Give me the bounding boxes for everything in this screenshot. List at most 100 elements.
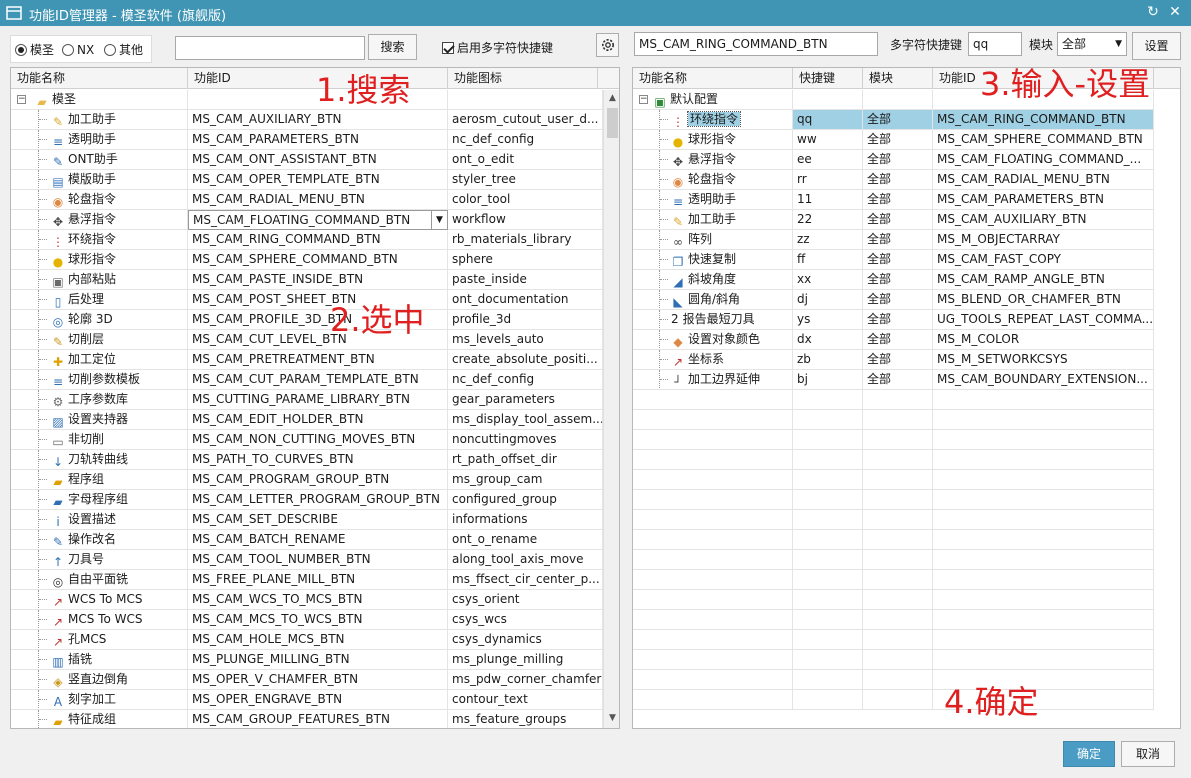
column-header-name[interactable]: 功能名称 [633,68,793,89]
table-row[interactable]: ◈ 竖直边倒角 MS_OPER_V_CHAMFER_BTN ms_pdw_corner… [11,670,603,690]
table-row[interactable]: ◎ 轮廓 3D MS_CAM_PROFILE_3D_BTN profile_3d [11,310,603,330]
table-row[interactable]: ▣ 内部粘贴 MS_CAM_PASTE_INSIDE_BTN paste_inside [11,270,603,290]
function-name: 轮盘指令 [688,172,737,186]
table-row[interactable]: ✥ 悬浮指令 ee 全部 MS_CAM_FLOATING_COMMAND_... [633,150,1154,170]
tree-line [38,590,52,609]
empty-cell [863,510,933,530]
table-row[interactable]: ▤ 模版助手 MS_CAM_OPER_TEMPLATE_BTN styler_tree [11,170,603,190]
table-row[interactable]: ◎ 自由平面铣 MS_FREE_PLANE_MILL_BTN ms_ffsect_ci… [11,570,603,590]
command-id-field[interactable]: MS_CAM_RING_COMMAND_BTN [634,32,878,56]
table-row[interactable]: ≡ 切削参数模板 MS_CAM_CUT_PARAM_TEMPLATE_BTN nc_d… [11,370,603,390]
search-button[interactable]: 搜索 [368,34,417,60]
table-row[interactable]: ● 球形指令 MS_CAM_SPHERE_COMMAND_BTN sphere [11,250,603,270]
table-row[interactable]: ⋮ 环绕指令 MS_CAM_RING_COMMAND_BTN rb_materials… [11,230,603,250]
radio-nx[interactable]: NX [62,42,94,58]
table-row[interactable]: ✎ 切削层 MS_CAM_CUT_LEVEL_BTN ms_levels_auto [11,330,603,350]
table-row[interactable]: ◉ 轮盘指令 rr 全部 MS_CAM_RADIAL_MENU_BTN [633,170,1154,190]
shortcut-field[interactable]: qq [968,32,1022,56]
tree-branch [660,259,668,260]
column-header-shortcut[interactable]: 快捷键 [793,68,863,89]
table-row[interactable]: ↗ 孔MCS MS_CAM_HOLE_MCS_BTN csys_dynamics [11,630,603,650]
function-id-cell: MS_OPER_V_CHAMFER_BTN [188,670,448,690]
column-header-icon[interactable]: 功能图标 [448,68,598,89]
table-row[interactable]: ▭ 非切削 MS_CAM_NON_CUTTING_MOVES_BTN noncutti… [11,430,603,450]
table-row[interactable]: ✎ 加工助手 MS_CAM_AUXILIARY_BTN aerosm_cutout_u… [11,110,603,130]
table-row[interactable]: ◢ 斜坡角度 xx 全部 MS_CAM_RAMP_ANGLE_BTN [633,270,1154,290]
table-row[interactable]: 2 报告最短刀具 ys 全部 UG_TOOLS_REPEAT_LAST_COMMA... [633,310,1154,330]
empty-cell [633,450,793,470]
table-row[interactable]: ◣ 圆角/斜角 dj 全部 MS_BLEND_OR_CHAMFER_BTN [633,290,1154,310]
table-row[interactable]: ↑ 刀具号 MS_CAM_TOOL_NUMBER_BTN along_tool_axi… [11,550,603,570]
set-button[interactable]: 设置 [1132,32,1181,60]
collapse-icon[interactable]: − [17,95,26,104]
ok-button[interactable]: 确定 [1063,741,1115,767]
tree-line [38,130,52,149]
table-row[interactable]: ▰ 程序组 MS_CAM_PROGRAM_GROUP_BTN ms_group_cam [11,470,603,490]
table-row[interactable]: ▯ 后处理 MS_CAM_POST_SHEET_BTN ont_documentati… [11,290,603,310]
function-id: MS_OPER_V_CHAMFER_BTN [192,672,359,686]
table-row[interactable]: ▥ 插铣 MS_PLUNGE_MILLING_BTN ms_plunge_millin… [11,650,603,670]
column-header-module[interactable]: 模块 [863,68,933,89]
refresh-icon[interactable]: ↻ [1144,3,1162,21]
table-row[interactable]: i 设置描述 MS_CAM_SET_DESCRIBE informations [11,510,603,530]
table-row[interactable]: ✎ 加工助手 22 全部 MS_CAM_AUXILIARY_BTN [633,210,1154,230]
table-row[interactable]: ∞ 阵列 zz 全部 MS_M_OBJECTARRAY [633,230,1154,250]
table-row[interactable]: ▰ 字母程序组 MS_CAM_LETTER_PROGRAM_GROUP_BTN con… [11,490,603,510]
ramp-angle-icon: ◢ [673,275,683,289]
empty-cell [863,450,933,470]
radio-other[interactable]: 其他 [104,42,143,58]
module-cell: 全部 [863,130,933,150]
table-row[interactable]: A 刻字加工 MS_OPER_ENGRAVE_BTN contour_text [11,690,603,710]
function-name: 悬浮指令 [688,152,737,166]
module-cell: 全部 [863,150,933,170]
table-row[interactable]: ● 球形指令 ww 全部 MS_CAM_SPHERE_COMMAND_BTN [633,130,1154,150]
tree-root-row[interactable]: − ▰ 模圣 [11,90,603,110]
collapse-icon[interactable]: − [639,95,648,104]
scroll-thumb[interactable] [607,108,618,138]
table-row[interactable]: ✚ 加工定位 MS_CAM_PRETREATMENT_BTN create_absol… [11,350,603,370]
contour-text-icon: A [53,695,63,709]
radio-mosheng[interactable]: 模圣 [15,42,54,58]
function-id: MS_CAM_PROGRAM_GROUP_BTN [192,472,390,486]
table-row[interactable]: ▰ 特征成组 MS_CAM_GROUP_FEATURES_BTN ms_feature… [11,710,603,728]
cancel-button[interactable]: 取消 [1121,741,1175,767]
gear-icon[interactable] [596,33,619,57]
function-id-cell: MS_CAM_MCS_TO_WCS_BTN [188,610,448,630]
empty-row [633,510,1154,530]
shortcut-cell: zz [793,230,863,250]
table-row[interactable]: ↗ WCS To MCS MS_CAM_WCS_TO_MCS_BTN csys_ori… [11,590,603,610]
empty-cell [633,670,793,690]
table-row[interactable]: ✥ 悬浮指令 MS_CAM_FLOATING_COMMAND_BTN ▼ workflo… [11,210,603,230]
function-icon-name: noncuttingmoves [452,432,557,446]
tree-line [38,270,52,289]
module-name: 全部 [867,292,892,306]
table-row[interactable]: ↗ 坐标系 zb 全部 MS_M_SETWORKCSYS [633,350,1154,370]
table-row[interactable]: ⋮ 环绕指令 qq 全部 MS_CAM_RING_COMMAND_BTN [633,110,1154,130]
table-row[interactable]: ≡ 透明助手 MS_CAM_PARAMETERS_BTN nc_def_config [11,130,603,150]
multichar-checkbox[interactable]: 启用多字符快捷键 [442,40,553,56]
tree-line [38,430,52,449]
table-row[interactable]: ≡ 透明助手 11 全部 MS_CAM_PARAMETERS_BTN [633,190,1154,210]
scroll-down-icon[interactable]: ▼ [604,710,619,726]
close-icon[interactable]: ✕ [1166,3,1184,21]
table-row[interactable]: ┘ 加工边界延伸 bj 全部 MS_CAM_BOUNDARY_EXTENSION... [633,370,1154,390]
table-row[interactable]: ⚙ 工序参数库 MS_CUTTING_PARAME_LIBRARY_BTN gear_… [11,390,603,410]
table-row[interactable]: ▨ 设置夹持器 MS_CAM_EDIT_HOLDER_BTN ms_display_t… [11,410,603,430]
function-icon-name: workflow [452,212,506,226]
table-row[interactable]: ✎ ONT助手 MS_CAM_ONT_ASSISTANT_BTN ont_o_edit [11,150,603,170]
table-row[interactable]: ↓ 刀轨转曲线 MS_PATH_TO_CURVES_BTN rt_path_offse… [11,450,603,470]
shortcut-cell: rr [793,170,863,190]
scroll-up-icon[interactable]: ▲ [604,90,619,106]
table-row[interactable]: ◉ 轮盘指令 MS_CAM_RADIAL_MENU_BTN color_tool [11,190,603,210]
table-row[interactable]: ◆ 设置对象颜色 dx 全部 MS_M_COLOR [633,330,1154,350]
chevron-down-icon[interactable]: ▼ [431,211,447,229]
search-input[interactable] [175,36,365,60]
empty-cell [633,570,793,590]
column-header-name[interactable]: 功能名称 [11,68,188,89]
empty-cell [793,410,863,430]
table-row[interactable]: ❐ 快速复制 ff 全部 MS_CAM_FAST_COPY [633,250,1154,270]
module-select[interactable]: 全部 ▼ [1057,32,1127,56]
table-row[interactable]: ↗ MCS To WCS MS_CAM_MCS_TO_WCS_BTN csys_wcs [11,610,603,630]
left-scrollbar[interactable]: ▲ ▼ [603,90,619,728]
table-row[interactable]: ✎ 操作改名 MS_CAM_BATCH_RENAME ont_o_rename [11,530,603,550]
